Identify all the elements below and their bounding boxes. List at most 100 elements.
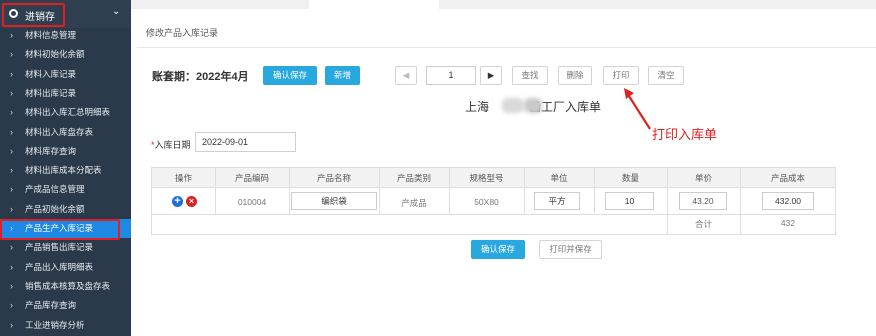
chevron-right-icon: ›: [10, 49, 13, 60]
sidebar-item[interactable]: › 材料库存查询: [0, 142, 131, 161]
sidebar-item-label: 材料出入库汇总明细表: [25, 107, 111, 118]
print-and-save-button[interactable]: 打印并保存: [539, 240, 602, 259]
sidebar-item-label: 材料入库记录: [25, 68, 77, 79]
divider: [289, 168, 290, 214]
cost-input[interactable]: 432.00: [762, 192, 814, 210]
highlight-box: [0, 219, 120, 240]
chevron-down-icon[interactable]: ⌄: [112, 6, 120, 17]
chevron-right-icon: ›: [10, 107, 13, 118]
total-value: 432: [780, 218, 796, 228]
sidebar-section-header[interactable]: 进销存 ⌄: [0, 0, 131, 28]
header-cell: 产品名称: [316, 173, 351, 183]
header-cell: 数量: [621, 173, 639, 183]
confirm-save-button[interactable]: 确认保存: [263, 66, 317, 85]
sidebar-item-label: 工业进销存分析: [25, 319, 85, 330]
header-cell: 产品类别: [396, 173, 431, 183]
sidebar-item-label: 产品库存查询: [25, 300, 77, 311]
chevron-right-icon: ›: [10, 145, 13, 156]
chevron-right-icon: ›: [10, 126, 13, 137]
sidebar: 进销存 ⌄ › 材料信息管理 › 材料初始化余额 › 材料入库记录 › 材料出库记录 › 材料出入…: [0, 0, 131, 336]
header-cell: 产品编码: [234, 173, 269, 183]
sidebar-item-label: 材料信息管理: [25, 30, 77, 40]
annotation-text: 打印入库单: [652, 127, 718, 142]
divider: [594, 168, 595, 214]
header-cell: 单位: [550, 173, 568, 183]
sidebar-item[interactable]: › 材料出入库汇总明细表: [0, 103, 131, 122]
sidebar-item[interactable]: › 材料出入库盘存表: [0, 123, 131, 142]
sidebar-item[interactable]: › 材料出库记录: [0, 84, 131, 103]
chevron-right-icon: ›: [10, 184, 13, 195]
chevron-right-icon: ›: [10, 165, 13, 176]
add-row-icon[interactable]: +: [172, 196, 183, 207]
sidebar-item[interactable]: › 材料入库记录: [0, 65, 131, 84]
page-title: 修改产品入库记录: [146, 28, 219, 38]
find-button[interactable]: 查找: [512, 66, 548, 85]
sidebar-item-label: 产品出入库明细表: [25, 261, 94, 272]
date-label: *入库日期: [151, 138, 191, 151]
blurred-text: [502, 98, 524, 113]
divider: [449, 168, 450, 214]
header-cell: 操作: [174, 173, 192, 183]
chevron-right-icon: ›: [10, 319, 13, 330]
period-label: 账套期：2022年4月: [152, 71, 249, 83]
price-input[interactable]: 43.20: [679, 192, 727, 210]
prev-page-button[interactable]: ◀: [395, 66, 417, 85]
delete-button[interactable]: 删除: [558, 66, 592, 85]
sidebar-item-label: 产品销售出库记录: [25, 242, 94, 253]
header-cell: 单价: [694, 173, 712, 183]
tab-bar: [131, 0, 876, 9]
footer-confirm-save-button[interactable]: 确认保存: [471, 240, 525, 259]
product-code: 010004: [237, 197, 267, 207]
sidebar-item-label: 产品初始化余额: [25, 203, 85, 214]
chevron-right-icon: ›: [10, 261, 13, 272]
divider: [152, 214, 835, 215]
product-category: 产成品: [401, 198, 427, 208]
print-button[interactable]: 打印: [603, 66, 639, 85]
delete-row-icon[interactable]: ×: [186, 196, 197, 207]
clear-button[interactable]: 清空: [648, 66, 684, 85]
chevron-right-icon: ›: [10, 242, 13, 253]
sidebar-item-label: 销售成本核算及盘存表: [25, 280, 111, 291]
sidebar-item-label: 材料出库成本分配表: [25, 165, 102, 176]
header-cell: 规格型号: [469, 173, 504, 183]
sidebar-item-label: 材料出入库盘存表: [25, 126, 94, 137]
header-cell: 产品成本: [770, 173, 805, 183]
sidebar-item-label: 材料库存查询: [25, 145, 77, 156]
annotation-arrow-icon: [624, 88, 651, 130]
page-number-input[interactable]: 1: [426, 66, 476, 85]
sidebar-item-label: 材料出库记录: [25, 87, 77, 98]
chevron-right-icon: ›: [10, 30, 13, 40]
quantity-input[interactable]: 10: [605, 192, 654, 210]
sidebar-item[interactable]: › 材料初始化余额: [0, 45, 131, 64]
sidebar-item[interactable]: › 产成品信息管理: [0, 180, 131, 199]
sidebar-item[interactable]: › 销售成本核算及盘存表: [0, 277, 131, 296]
next-page-button[interactable]: ▶: [480, 66, 502, 85]
sidebar-item[interactable]: › 材料信息管理: [0, 26, 131, 45]
sidebar-item-label: 产成品信息管理: [25, 184, 85, 195]
sidebar-item[interactable]: › 材料出库成本分配表: [0, 161, 131, 180]
date-input[interactable]: 2022-09-01: [195, 132, 296, 152]
chevron-right-icon: ›: [10, 280, 13, 291]
chevron-right-icon: ›: [10, 87, 13, 98]
sidebar-item[interactable]: › 产品出入库明细表: [0, 258, 131, 277]
date-label-text: 入库日期: [154, 140, 191, 150]
unit-input[interactable]: 平方: [534, 192, 580, 210]
blurred-text: [524, 98, 542, 113]
chevron-right-icon: ›: [10, 68, 13, 79]
sidebar-item[interactable]: › 产品销售出库记录: [0, 238, 131, 257]
tab-active[interactable]: [309, 0, 439, 9]
add-button[interactable]: 新增: [325, 66, 360, 85]
product-spec: 50X80: [474, 197, 499, 207]
module-icon: [9, 9, 18, 18]
sidebar-item-label: 材料初始化余额: [25, 49, 85, 60]
total-label: 合计: [694, 219, 712, 229]
divider: [137, 47, 876, 48]
sidebar-item[interactable]: › 产品初始化余额: [0, 200, 131, 219]
sidebar-section-title: 进销存: [25, 12, 55, 23]
product-name-input[interactable]: 编织袋: [291, 192, 377, 210]
sidebar-item[interactable]: › 产品库存查询: [0, 296, 131, 315]
divider: [524, 168, 525, 214]
sidebar-item[interactable]: › 工业进销存分析: [0, 316, 131, 335]
document-title-left: 上海: [465, 100, 490, 114]
product-table: 操作 产品编码 产品名称 产品类别 规格型号 单位 数量 单价 产品成本 + ×…: [151, 167, 836, 235]
